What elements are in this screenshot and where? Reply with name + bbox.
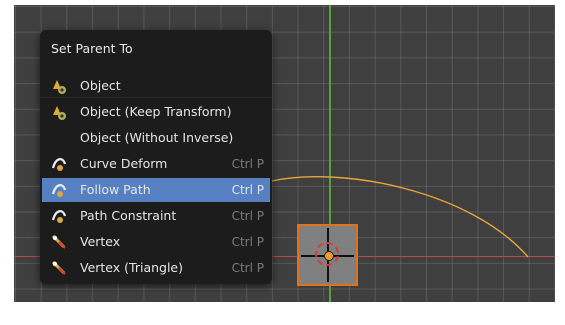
vertex-icon [51, 260, 66, 275]
menu-item-vertex-triangle[interactable]: Vertex (Triangle) Ctrl P [42, 256, 270, 280]
menu-item-shortcut: Ctrl P [231, 209, 264, 223]
object-icon [53, 106, 66, 120]
curve-icon [51, 158, 67, 171]
menu-item-object[interactable]: Object [42, 74, 270, 98]
menu-item-object-without-inverse[interactable]: Object (Without Inverse) [42, 126, 270, 150]
menu-item-path-constraint[interactable]: Path Constraint Ctrl P [42, 204, 270, 228]
menu-item-label: Follow Path [80, 182, 151, 197]
menu-item-label: Path Constraint [80, 208, 177, 223]
menu-item-object-keep-transform[interactable]: Object (Keep Transform) [42, 100, 270, 124]
set-parent-menu: Set Parent To Object Object (Keep Transf… [40, 30, 272, 284]
menu-title: Set Parent To [51, 41, 133, 56]
menu-item-shortcut: Ctrl P [231, 157, 264, 171]
frame-left [0, 0, 14, 325]
menu-item-label: Vertex [80, 234, 121, 249]
menu-item-label: Object (Keep Transform) [80, 104, 232, 119]
menu-item-label: Curve Deform [80, 156, 168, 171]
menu-item-curve-deform[interactable]: Curve Deform Ctrl P [42, 152, 270, 176]
menu-item-shortcut: Ctrl P [231, 183, 264, 197]
menu-item-follow-path[interactable]: Follow Path Ctrl P [42, 178, 270, 202]
object-icon [53, 80, 66, 94]
menu-item-label: Object (Without Inverse) [80, 130, 234, 145]
menu-item-vertex[interactable]: Vertex Ctrl P [42, 230, 270, 254]
curve-icon [51, 184, 67, 197]
menu-item-shortcut: Ctrl P [231, 235, 264, 249]
menu-item-shortcut: Ctrl P [231, 261, 264, 275]
frame-right [555, 0, 565, 325]
selected-empty-object[interactable] [297, 224, 358, 286]
menu-item-label: Object [80, 78, 121, 93]
menu-item-label: Vertex (Triangle) [80, 260, 183, 275]
object-origin-dot [324, 251, 334, 261]
vertex-icon [51, 234, 66, 249]
curve-icon [51, 210, 67, 223]
frame-bottom [0, 302, 565, 325]
frame-top [0, 0, 565, 5]
